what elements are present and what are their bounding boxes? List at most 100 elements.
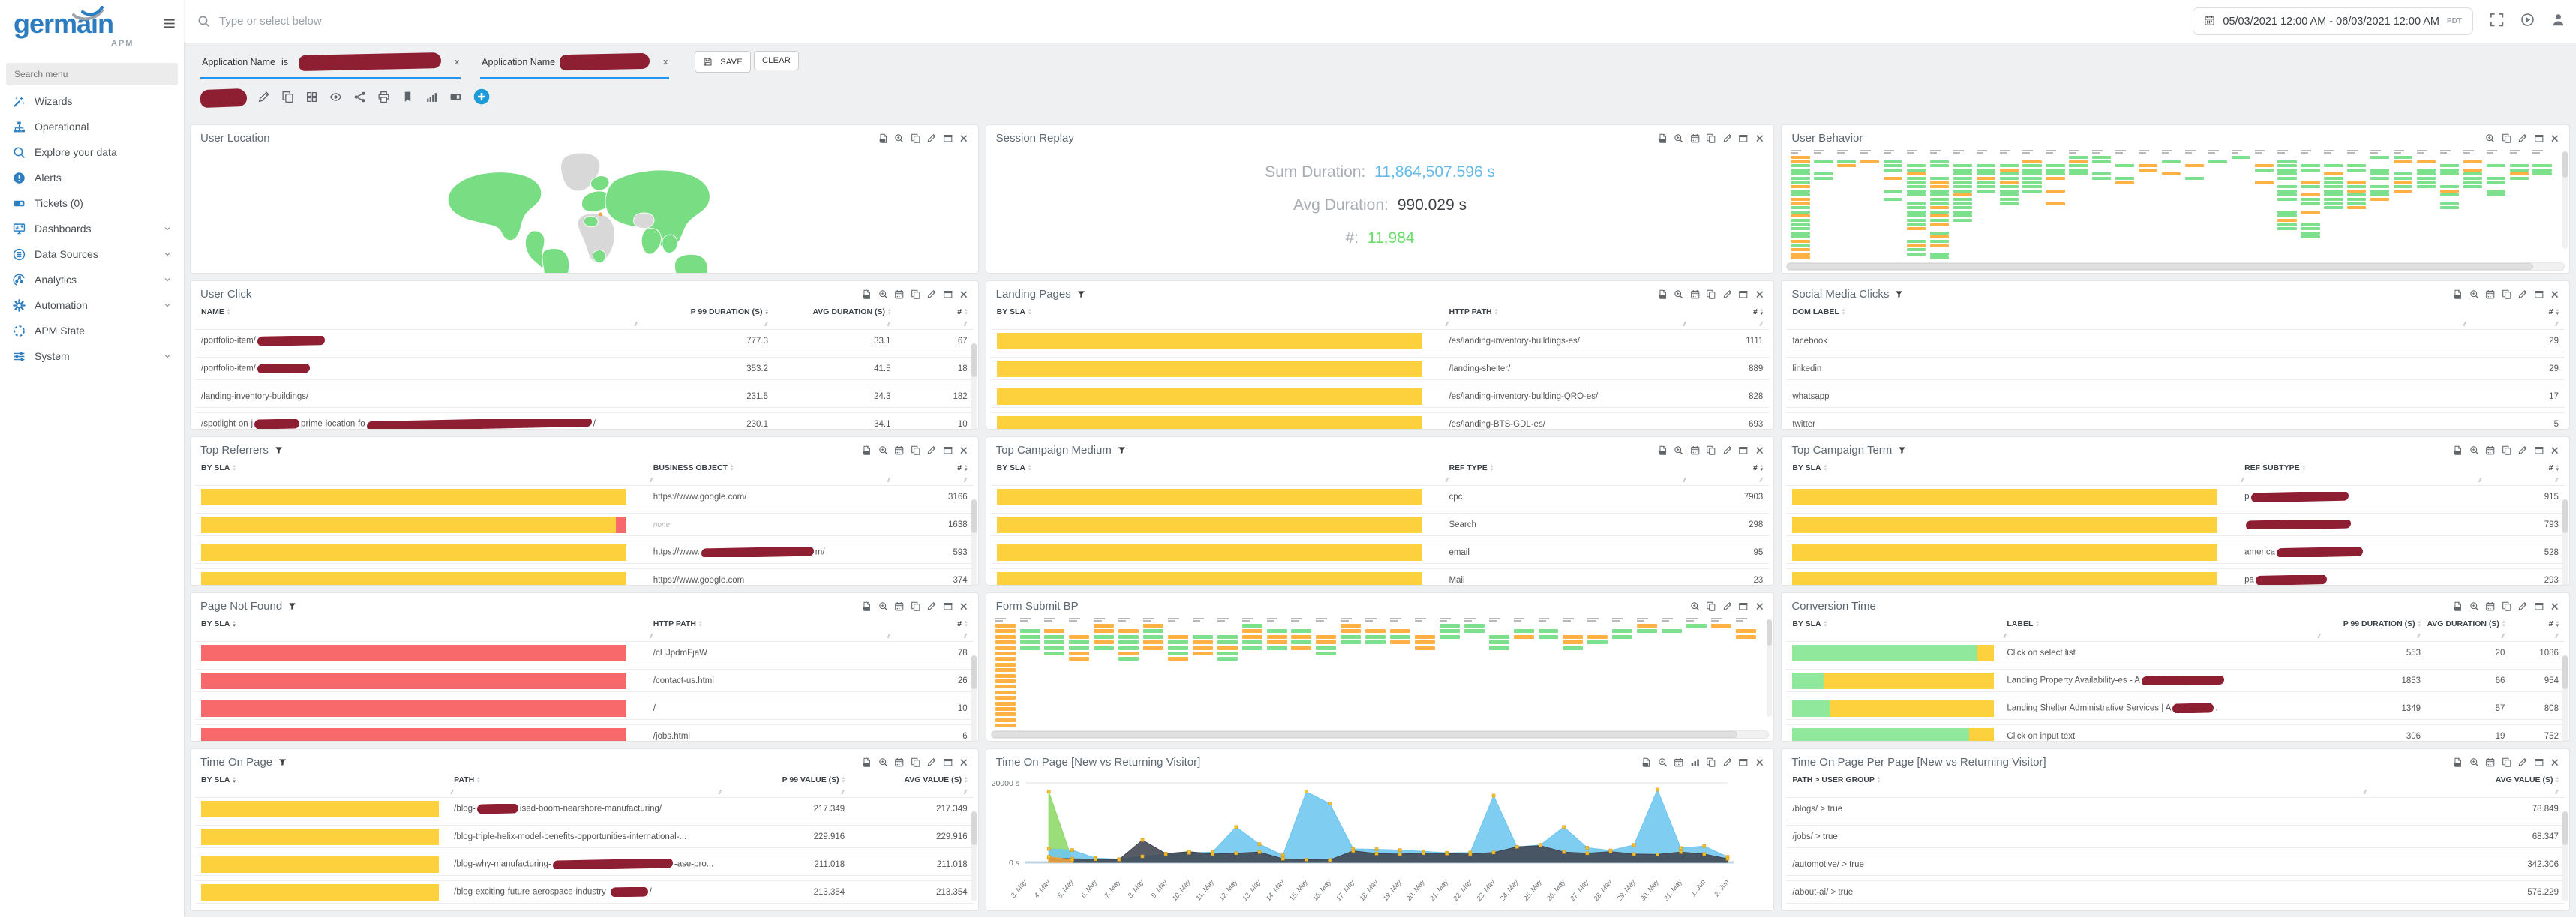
flow-node[interactable] [2510,177,2529,180]
flow-node[interactable] [2347,185,2366,188]
column-resize-handle[interactable]: // [2505,631,2559,641]
close-icon[interactable] [2550,289,2560,300]
flow-node[interactable] [1953,198,1972,201]
flow-node[interactable] [1953,164,1972,167]
flow-node[interactable] [2301,198,2319,201]
table-row[interactable]: Click on input text30619752 [1786,724,2565,741]
flow-node[interactable] [1907,193,1926,196]
flow-node[interactable] [1069,635,1089,639]
cal-icon[interactable] [1690,289,1701,300]
zoom-icon[interactable] [2485,133,2496,144]
flow-node[interactable] [2162,160,2181,163]
flow-node[interactable] [2022,177,2041,180]
flow-node[interactable] [1020,629,1040,633]
table-row[interactable]: twitter5 [1786,412,2565,429]
window-icon[interactable] [943,133,953,144]
pencil-icon[interactable] [926,445,937,456]
copy-icon[interactable] [281,91,294,106]
flow-node[interactable] [1930,202,1949,205]
flow-node[interactable] [2092,160,2111,163]
column-resize-handle[interactable]: // [890,475,967,485]
flow-node[interactable] [2069,169,2088,172]
horizontal-scrollbar[interactable] [991,730,1770,739]
flow-node[interactable] [1489,646,1509,650]
flow-node[interactable] [2022,172,2041,175]
flow-node[interactable] [2347,181,2366,184]
flow-node[interactable] [2277,185,2296,188]
flow-node[interactable] [1686,624,1707,628]
flow-node[interactable] [2301,181,2319,184]
window-icon[interactable] [1738,445,1749,456]
close-icon[interactable] [1755,289,1765,300]
ticket-g-icon[interactable] [449,91,462,106]
flow-node[interactable] [2324,202,2343,205]
column-header[interactable]: #▴▾ [2505,616,2559,631]
flow-node[interactable] [2000,181,2019,184]
csv-icon[interactable] [862,757,872,768]
pencil-icon[interactable] [2517,601,2528,612]
flow-node[interactable] [1907,172,1926,175]
vertical-scrollbar[interactable] [2562,499,2568,585]
table-row[interactable]: /jobs/ > true68.347 [1786,825,2565,848]
user-avatar-icon[interactable] [2551,13,2565,30]
flow-node[interactable] [1612,635,1632,639]
close-icon[interactable] [1755,601,1765,612]
flow-node[interactable] [1118,652,1139,655]
column-header[interactable]: NAME▴▾ [201,304,638,319]
flow-node[interactable] [1884,198,1902,201]
column-resize-handle[interactable]: // [1449,475,1686,485]
flow-node[interactable] [1193,652,1213,655]
table-row[interactable]: linkedin29 [1786,357,2565,380]
column-resize-handle[interactable]: // [201,475,653,485]
flow-node[interactable] [2394,156,2412,159]
table-row[interactable]: pa293 [1786,568,2565,585]
flow-node[interactable] [1907,244,1926,247]
column-resize-handle[interactable]: // [845,787,967,797]
window-icon[interactable] [2534,133,2544,144]
flow-node[interactable] [2532,172,2551,175]
flow-node[interactable] [1143,635,1163,639]
zoom-icon[interactable] [878,757,889,768]
column-resize-handle[interactable]: // [890,631,967,641]
flow-node[interactable] [2277,169,2296,172]
window-icon[interactable] [1738,289,1749,300]
flow-node[interactable] [1791,193,1809,196]
flow-node[interactable] [1217,640,1238,644]
flow-node[interactable] [1791,190,1809,193]
close-icon[interactable] [1755,133,1765,144]
flow-node[interactable] [2301,211,2319,214]
table-row[interactable]: /es/landing-inventory-buildings-es/1111 [991,329,1770,352]
flow-node[interactable] [2046,190,2064,193]
flow-node[interactable] [1143,640,1163,644]
flow-node[interactable] [1489,640,1509,644]
flow-node[interactable] [1930,193,1949,196]
flow-node[interactable] [2440,202,2459,205]
flow-node[interactable] [2417,169,2436,172]
filter-funnel-icon[interactable] [275,446,283,455]
flow-node[interactable] [2440,206,2459,209]
flow-node[interactable] [1365,640,1386,644]
column-header[interactable]: P 99 VALUE (S)▴▾ [722,772,845,787]
flow-node[interactable] [1242,646,1262,650]
flow-node[interactable] [2069,160,2088,163]
flow-node[interactable] [1791,164,1809,167]
filter-funnel-icon[interactable] [1077,290,1085,299]
flow-node[interactable] [1440,635,1460,639]
flow-node[interactable] [995,724,1016,727]
flow-node[interactable] [2417,177,2436,180]
flow-node[interactable] [2277,164,2296,167]
flow-node[interactable] [1953,185,1972,188]
copy-icon[interactable] [2502,133,2512,144]
flow-node[interactable] [2370,185,2389,188]
flow-node[interactable] [2370,169,2389,172]
flow-visualization[interactable] [992,616,1764,729]
flow-node[interactable] [2092,156,2111,159]
close-icon[interactable] [1755,757,1765,768]
flow-node[interactable] [2277,198,2296,201]
sidebar-item-dashboards[interactable]: Dashboards [0,216,184,241]
flow-node[interactable] [2463,181,2482,184]
flow-node[interactable] [2301,227,2319,230]
share-icon[interactable] [353,91,366,106]
zoom-icon[interactable] [1674,133,1684,144]
cal-icon[interactable] [894,757,905,768]
